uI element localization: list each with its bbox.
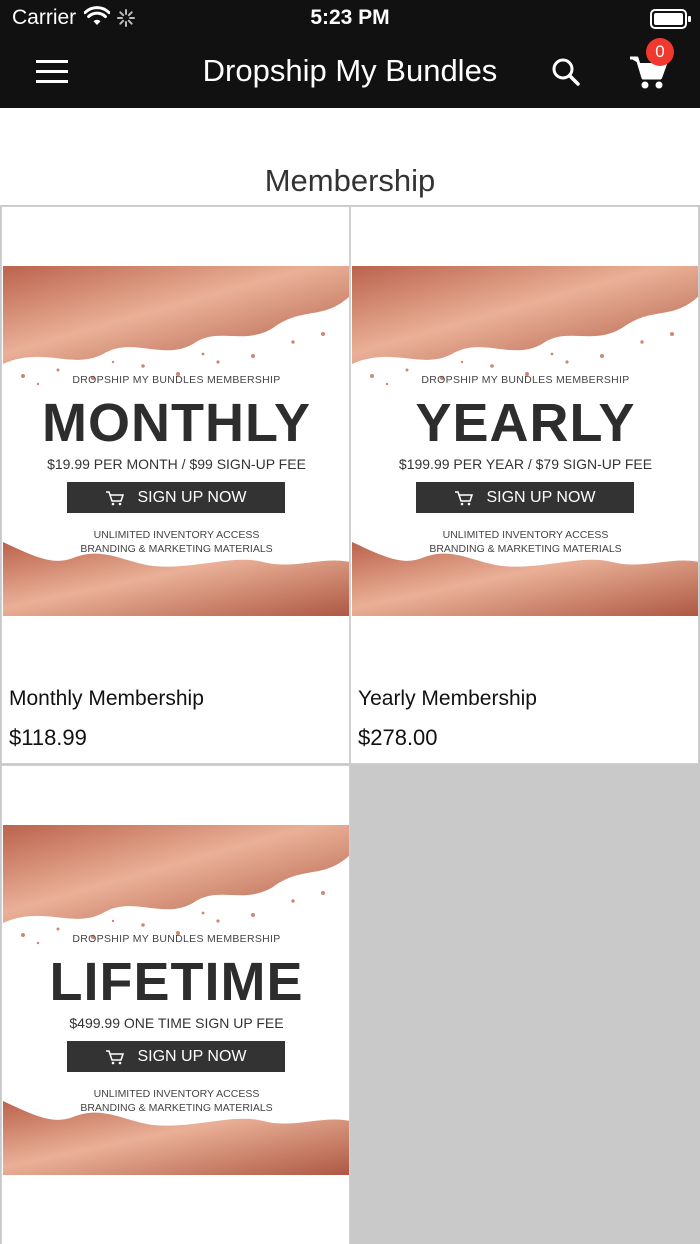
search-button[interactable] [548,54,584,90]
search-icon [552,58,580,86]
banner-price: $499.99 ONE TIME SIGN UP FEE [69,1015,284,1031]
sign-up-now-button[interactable]: SIGN UP NOW [67,482,285,513]
banner-title: MONTHLY [41,393,311,453]
banner-price: $19.99 PER MONTH / $99 SIGN-UP FEE [47,456,306,472]
sign-up-now-button[interactable]: SIGN UP NOW [67,1041,285,1072]
product-card-lifetime[interactable]: DROPSHIP MY BUNDLES MEMBERSHIP LIFETIME … [1,765,350,1244]
cart-count-badge: 0 [646,38,674,66]
sign-up-now-label: SIGN UP NOW [137,489,247,506]
cart-icon [455,491,474,506]
banner-feature: UNLIMITED INVENTORY ACCESS [93,1088,260,1100]
section-title: Membership [264,163,436,198]
banner-feature: UNLIMITED INVENTORY ACCESS [93,529,260,541]
banner-title: LIFETIME [49,952,304,1012]
banner-title: YEARLY [415,393,636,453]
navigation-bar: Dropship My Bundles [0,38,700,108]
product-image: DROPSHIP MY BUNDLES MEMBERSHIP YEARLY $1… [352,266,698,616]
product-price: $278.00 [358,725,438,750]
banner-price: $199.99 PER YEAR / $79 SIGN-UP FEE [398,456,653,472]
product-price: $118.99 [9,725,87,750]
banner-feature: BRANDING & MARKETING MATERIALS [80,1102,273,1114]
product-card-yearly[interactable]: DROPSHIP MY BUNDLES MEMBERSHIP YEARLY $1… [350,206,699,764]
top-bar: Carrier 5:23 PM Dropship My Bundles 0 [0,0,700,108]
cart-icon [106,1050,125,1065]
product-name: Monthly Membership [9,687,204,710]
banner-subtitle: DROPSHIP MY BUNDLES MEMBERSHIP [421,374,630,386]
banner-feature: BRANDING & MARKETING MATERIALS [80,543,273,555]
battery-icon [650,9,692,34]
cart-icon [106,491,125,506]
sign-up-now-button[interactable]: SIGN UP NOW [416,482,634,513]
product-image: DROPSHIP MY BUNDLES MEMBERSHIP LIFETIME … [3,825,349,1175]
product-card-monthly[interactable]: DROPSHIP MY BUNDLES MEMBERSHIP MONTHLY $… [1,206,350,764]
sign-up-now-label: SIGN UP NOW [486,489,596,506]
banner-subtitle: DROPSHIP MY BUNDLES MEMBERSHIP [72,933,281,945]
app-title: Dropship My Bundles [202,53,498,88]
banner-subtitle: DROPSHIP MY BUNDLES MEMBERSHIP [72,374,281,386]
banner-feature: UNLIMITED INVENTORY ACCESS [442,529,609,541]
status-bar: Carrier 5:23 PM [0,0,700,38]
sign-up-now-label: SIGN UP NOW [137,1048,247,1065]
product-image: DROPSHIP MY BUNDLES MEMBERSHIP MONTHLY $… [3,266,349,616]
status-time: 5:23 PM [310,6,390,29]
product-name: Yearly Membership [358,687,537,710]
banner-feature: BRANDING & MARKETING MATERIALS [429,543,622,555]
